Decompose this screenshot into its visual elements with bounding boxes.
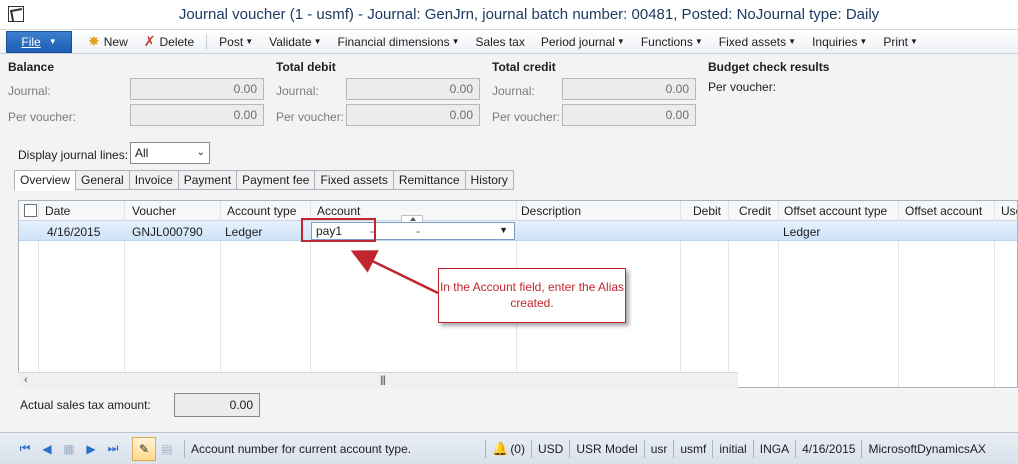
notification-count[interactable]: (0) bbox=[510, 442, 525, 456]
status-divider bbox=[643, 439, 645, 458]
sales-tax-label: Actual sales tax amount: bbox=[20, 398, 151, 412]
last-record-icon[interactable]: ⏭ bbox=[102, 438, 124, 460]
record-list-icon[interactable]: ▦ bbox=[58, 438, 80, 460]
status-company[interactable]: usmf bbox=[680, 442, 706, 456]
first-record-icon[interactable]: ⏮ bbox=[14, 438, 36, 460]
status-database: MicrosoftDynamicsAX bbox=[868, 441, 986, 456]
status-divider bbox=[673, 439, 675, 458]
status-layer: usr bbox=[650, 441, 668, 456]
annotation-callout: In the Account field, enter the Alias cr… bbox=[438, 268, 626, 323]
sales-tax-field: 0.00 bbox=[174, 393, 260, 417]
attachment-icon[interactable]: ▤ bbox=[156, 438, 178, 460]
status-partition: initial bbox=[719, 441, 747, 456]
status-divider bbox=[485, 439, 487, 458]
status-divider bbox=[530, 439, 532, 458]
annotation-arrow bbox=[350, 250, 439, 295]
edit-mode-pencil-icon[interactable]: ✎ bbox=[132, 436, 156, 461]
status-divider bbox=[795, 439, 797, 458]
status-divider bbox=[712, 439, 714, 458]
previous-record-icon[interactable]: ◀ bbox=[36, 438, 58, 460]
status-currency: USD bbox=[537, 441, 564, 456]
status-divider bbox=[569, 439, 571, 458]
status-bar: ⏮ ◀ ▦ ▶ ⏭ ✎ ▤ Account number for current… bbox=[0, 432, 1018, 464]
notification-bell-icon[interactable]: 🔔 bbox=[492, 441, 508, 457]
status-model: USR Model bbox=[576, 441, 638, 456]
status-divider bbox=[861, 439, 863, 458]
next-record-icon[interactable]: ▶ bbox=[80, 438, 102, 460]
status-divider bbox=[184, 439, 185, 458]
status-divider bbox=[752, 439, 754, 458]
status-help-text: Account number for current account type. bbox=[191, 441, 412, 456]
status-date: 4/16/2015 bbox=[802, 441, 856, 456]
status-user: INGA bbox=[759, 441, 790, 456]
